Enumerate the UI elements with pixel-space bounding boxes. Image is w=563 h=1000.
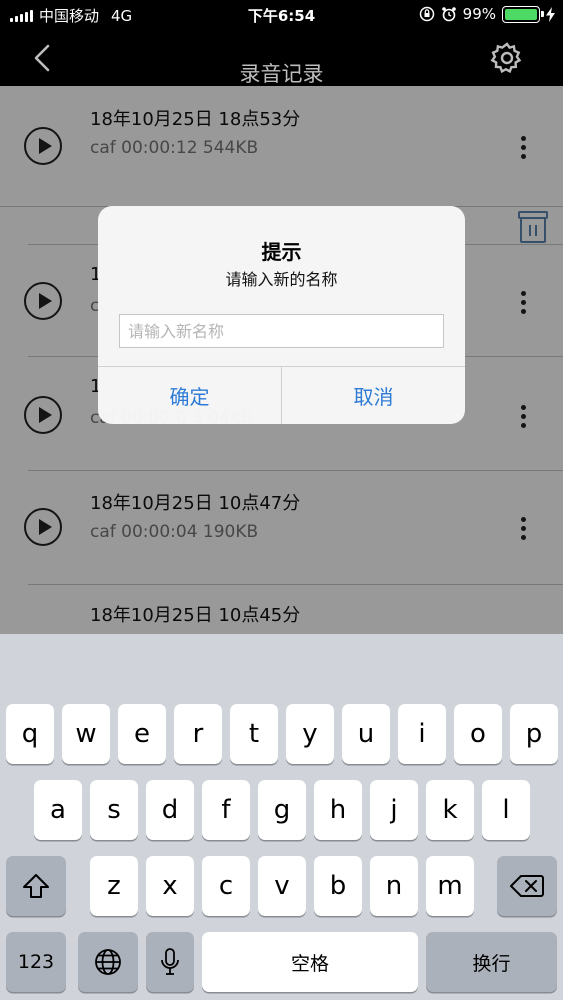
globe-icon	[95, 949, 121, 975]
microphone-icon	[161, 948, 179, 975]
delete-icon	[510, 875, 544, 897]
alert-message: 请输入新的名称	[225, 270, 338, 289]
key-o[interactable]: o	[454, 704, 502, 764]
charging-icon	[546, 6, 555, 22]
key-j[interactable]: j	[370, 780, 418, 840]
key-z[interactable]: z	[90, 856, 138, 916]
key-d[interactable]: d	[146, 780, 194, 840]
key-i[interactable]: i	[398, 704, 446, 764]
key-b[interactable]: b	[314, 856, 362, 916]
numbers-key[interactable]: 123	[6, 932, 66, 992]
key-l[interactable]: l	[482, 780, 530, 840]
key-f[interactable]: f	[202, 780, 250, 840]
globe-key[interactable]	[78, 932, 138, 992]
key-c[interactable]: c	[202, 856, 250, 916]
key-u[interactable]: u	[342, 704, 390, 764]
rename-alert-dialog: 提示 请输入新的名称 确定 取消	[98, 206, 465, 424]
key-v[interactable]: v	[258, 856, 306, 916]
key-t[interactable]: t	[230, 704, 278, 764]
key-r[interactable]: r	[174, 704, 222, 764]
confirm-button[interactable]: 确定	[98, 367, 281, 424]
orientation-lock-icon	[419, 6, 434, 22]
battery-icon	[502, 5, 544, 23]
cancel-button[interactable]: 取消	[282, 367, 465, 424]
page-title: 录音记录	[239, 62, 324, 86]
dictation-key[interactable]	[146, 932, 194, 992]
battery-percent: 99%	[462, 5, 496, 23]
gear-icon[interactable]	[489, 40, 525, 76]
return-key[interactable]: 换行	[426, 932, 557, 992]
key-p[interactable]: p	[510, 704, 558, 764]
key-h[interactable]: h	[314, 780, 362, 840]
shift-key[interactable]	[6, 856, 66, 916]
key-m[interactable]: m	[426, 856, 474, 916]
keyboard: q w e r t y u i o p a s d f g h j k l z …	[0, 634, 563, 1000]
key-q[interactable]: q	[6, 704, 54, 764]
key-x[interactable]: x	[146, 856, 194, 916]
new-name-input[interactable]	[119, 314, 444, 348]
space-key[interactable]: 空格	[202, 932, 418, 992]
delete-key[interactable]	[497, 856, 557, 916]
key-s[interactable]: s	[90, 780, 138, 840]
key-a[interactable]: a	[34, 780, 82, 840]
alarm-icon	[441, 7, 456, 22]
key-g[interactable]: g	[258, 780, 306, 840]
key-e[interactable]: e	[118, 704, 166, 764]
key-n[interactable]: n	[370, 856, 418, 916]
status-bar: 中国移动 4G 下午6:54 99%	[0, 0, 563, 30]
key-w[interactable]: w	[62, 704, 110, 764]
key-k[interactable]: k	[426, 780, 474, 840]
alert-title: 提示	[261, 240, 302, 264]
shift-icon	[23, 874, 49, 898]
nav-bar: 录音记录	[0, 30, 563, 86]
key-y[interactable]: y	[286, 704, 334, 764]
